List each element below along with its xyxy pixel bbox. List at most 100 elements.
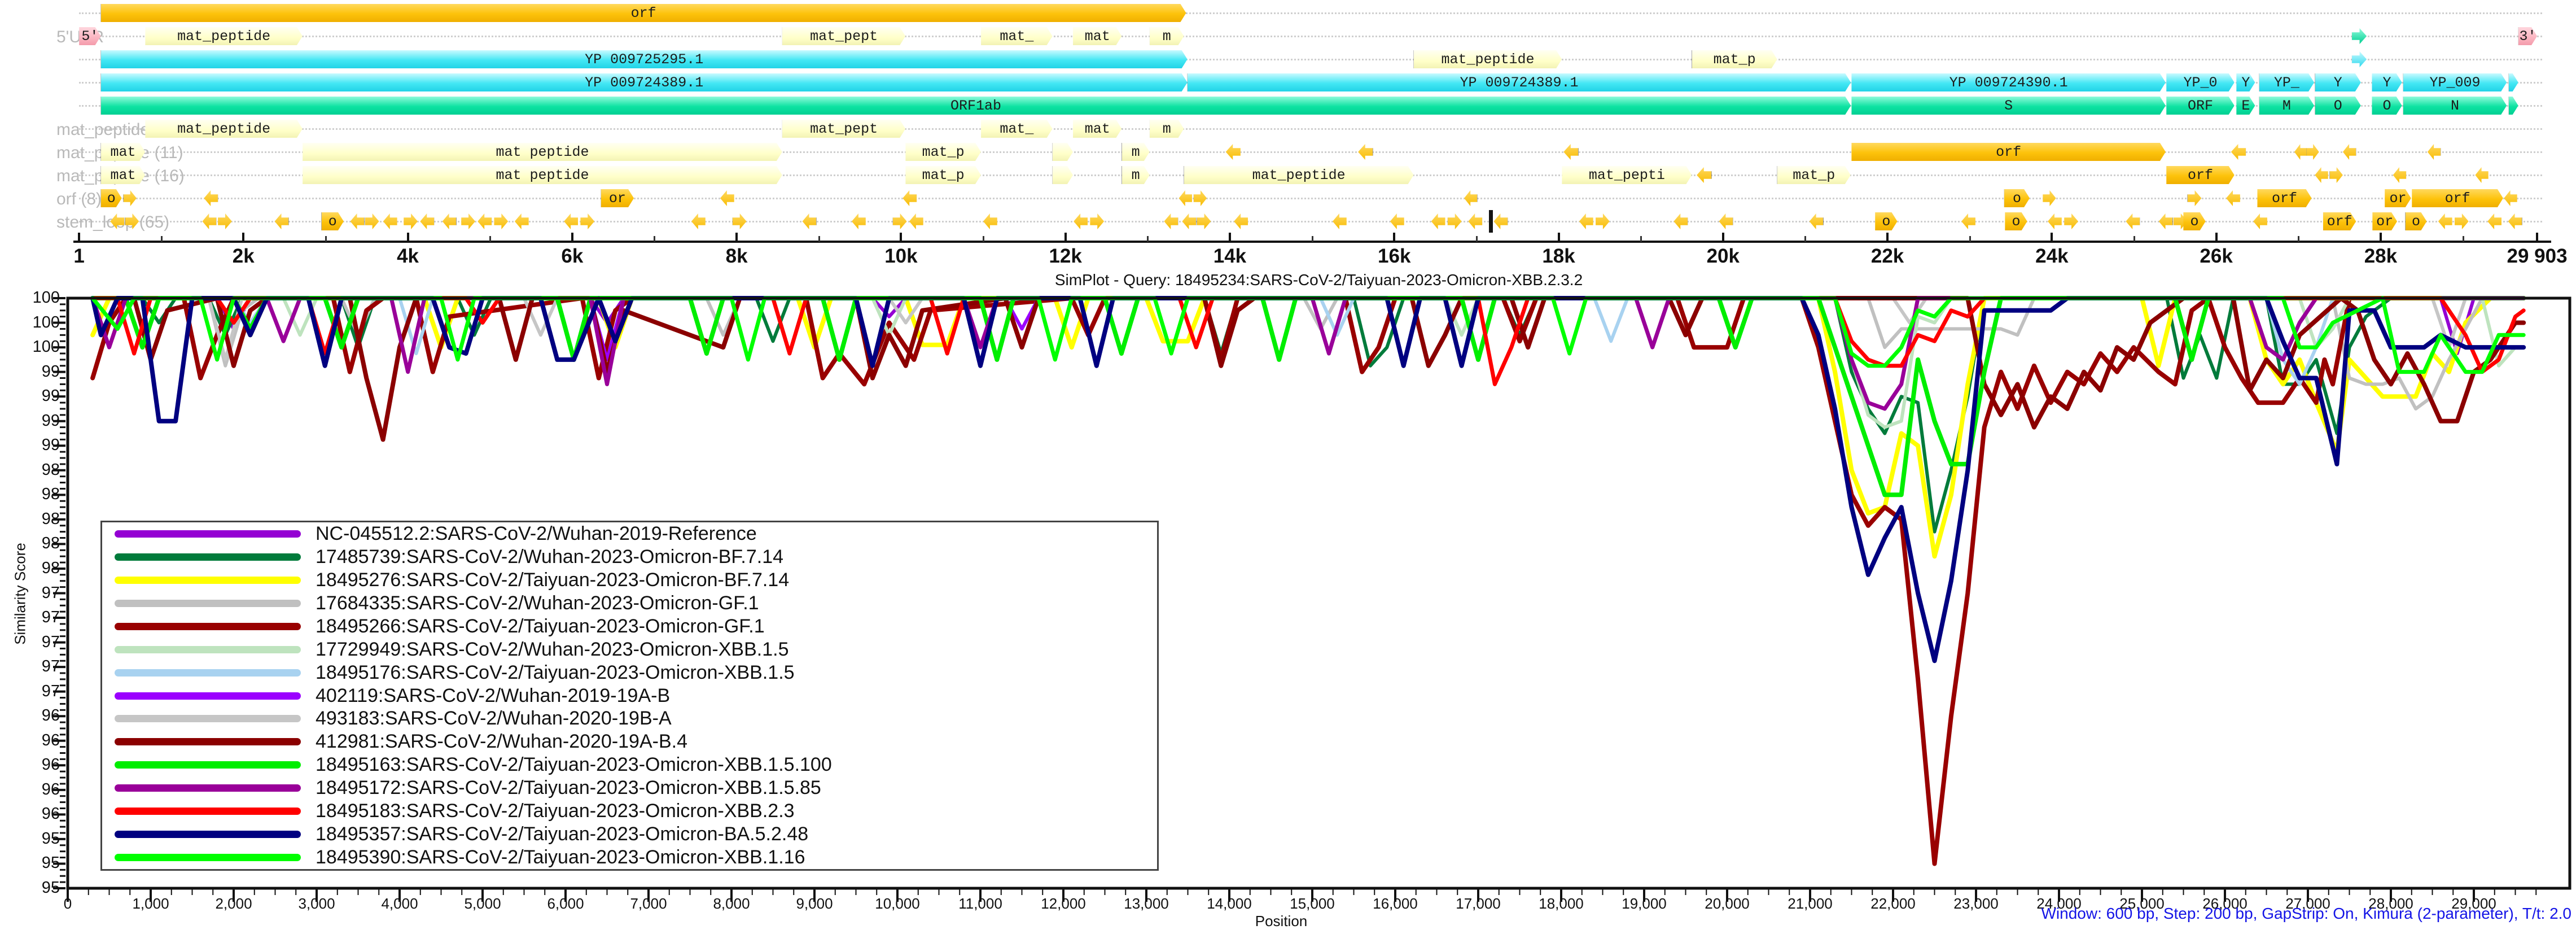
y-tick-label: 98 [0, 534, 60, 553]
ruler-minor-tick [1312, 236, 1313, 242]
feature-label: O [2383, 98, 2391, 114]
feature-label: YP 009725295.1 [585, 51, 703, 68]
ruler-minor-tick [2133, 236, 2135, 242]
legend-color-swatch [115, 784, 301, 792]
cds-feature: Y [2372, 73, 2402, 91]
feature-arrow-icon [2226, 190, 2240, 206]
feature-label: mat [110, 144, 135, 160]
feature-arrow-icon [903, 190, 917, 206]
ruler-minor-tick [654, 236, 655, 242]
y-tick-label: 99 [0, 436, 60, 455]
feature-label: or [609, 190, 626, 207]
feature-label: mat_ [1000, 121, 1033, 137]
ruler-tick [1064, 233, 1067, 242]
feature-label: mat_peptide [177, 28, 270, 45]
feature-label: N [2451, 98, 2459, 114]
legend-label: 412981:SARS-CoV-2/Wuhan-2020-19A-B.4 [316, 731, 687, 753]
y-tick-label: 95 [0, 830, 60, 848]
gene-feature: O [2315, 97, 2361, 115]
feature-arrow-icon [909, 213, 923, 229]
mat-peptide-feature: mat [1073, 27, 1121, 45]
feature-label: mat [110, 167, 135, 184]
feature-label: m [1132, 167, 1140, 184]
feature-arrow-icon [477, 213, 492, 229]
feature-arrow-icon [515, 213, 529, 229]
ruler-tick [1229, 233, 1231, 242]
legend-color-swatch [115, 761, 301, 769]
feature-label: o [1882, 213, 1890, 230]
legend-color-swatch [115, 646, 301, 653]
feature-arrow-icon [2064, 213, 2078, 229]
legend-color-swatch [115, 738, 301, 745]
feature-arrow-icon [1333, 213, 1347, 229]
feature-arrow-icon [2487, 213, 2501, 229]
track-guide-line [79, 36, 2542, 37]
ruler-tick [78, 233, 80, 242]
y-tick-label: 100 [0, 338, 60, 356]
feature-label: mat_p [922, 144, 965, 160]
ruler-minor-tick [489, 236, 491, 242]
mat-peptide-feature [1053, 143, 1073, 161]
feature-arrow-icon [1563, 144, 1578, 160]
feature-arrow-icon [2428, 144, 2441, 160]
legend-color-swatch [115, 715, 301, 722]
feature-arrow-icon [1493, 213, 1508, 229]
gene-feature: N [2403, 97, 2507, 115]
feature-arrow-icon [1697, 167, 1711, 183]
feature-label: mat peptide [496, 167, 589, 184]
ruler-tick [242, 233, 244, 242]
feature-arrow-icon [1961, 213, 1975, 229]
feature-label: m [1132, 144, 1140, 160]
mat-peptide-feature: mat [101, 143, 145, 161]
ruler-tick-label: 26k [2200, 245, 2232, 268]
mat-peptide-feature: mat_ [981, 27, 1053, 45]
mat-peptide-feature: mat_peptide [145, 27, 303, 45]
feature-arrow-icon [2231, 144, 2246, 160]
mat-peptide-feature: mat_ [981, 120, 1053, 138]
legend-color-swatch [115, 808, 301, 815]
ruler-tick-label: 16k [1378, 245, 1410, 268]
feature-label: o [2412, 213, 2420, 230]
feature-arrow-icon [2159, 213, 2173, 229]
legend-item: 18495163:SARS-CoV-2/Taiyuan-2023-Omicron… [102, 754, 1157, 776]
feature-arrow-icon [1468, 213, 1482, 229]
feature-arrow-icon [2126, 213, 2140, 229]
simplot-application-window: orf5'UTR5'mat_peptidemat_peptmat_matm3'Y… [0, 0, 2576, 934]
feature-arrow-icon [1810, 213, 1824, 229]
y-tick-label: 97 [0, 608, 60, 627]
y-tick-label: 98 [0, 559, 60, 578]
feature-arrow-icon [1579, 213, 1593, 229]
feature-label: mat_p [1714, 51, 1756, 68]
feature-arrow-icon [204, 190, 218, 206]
feature-arrow-icon [1179, 190, 1192, 206]
orf-feature: o [2004, 189, 2030, 207]
ruler-tick-label: 18k [1542, 245, 1575, 268]
ruler-tick-label: 12k [1049, 245, 1081, 268]
ruler-minor-tick [2298, 236, 2299, 242]
feature-arrow-icon [2393, 167, 2406, 183]
feature-arrow-icon [691, 213, 706, 229]
legend-color-swatch [115, 854, 301, 861]
y-tick-label: 98 [0, 485, 60, 504]
feature-arrow-icon [1358, 144, 1373, 160]
feature-arrow-icon [983, 213, 997, 229]
legend-label: 18495183:SARS-CoV-2/Taiyuan-2023-Omicron… [316, 800, 795, 822]
mat-peptide-feature: m [1122, 166, 1150, 184]
feature-arrow-icon [2475, 167, 2488, 183]
mat-peptide-feature: mat_p [905, 166, 981, 184]
feature-label: E [2241, 98, 2250, 114]
legend-item: 18495357:SARS-CoV-2/Taiyuan-2023-Omicron… [102, 823, 1157, 845]
ruler-minor-tick [161, 236, 163, 242]
legend-item: 17729949:SARS-CoV-2/Wuhan-2023-Omicron-X… [102, 638, 1157, 661]
legend-item: 402119:SARS-CoV-2/Wuhan-2019-19A-B [102, 684, 1157, 707]
feature-arrow-icon [494, 213, 508, 229]
y-tick-label: 96 [0, 780, 60, 799]
legend-label: 18495172:SARS-CoV-2/Taiyuan-2023-Omicron… [316, 777, 821, 799]
ruler-tick [2051, 233, 2053, 242]
feature-arrow-icon [1182, 213, 1196, 229]
feature-arrow-icon [443, 213, 457, 229]
y-tick-label: 100 [0, 313, 60, 332]
legend-color-swatch [115, 692, 301, 700]
feature-arrow-icon [1164, 213, 1178, 229]
ruler-minor-tick [1147, 236, 1149, 242]
